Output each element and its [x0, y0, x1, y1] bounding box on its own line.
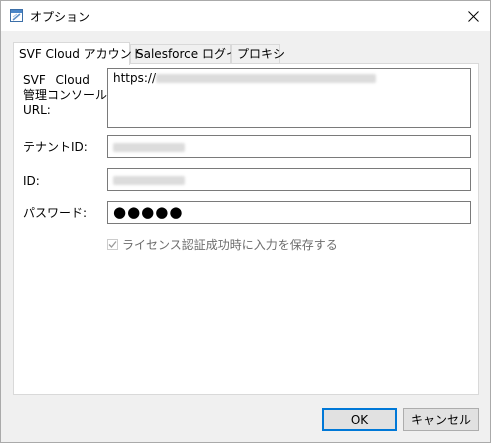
cancel-button[interactable]: キャンセル	[403, 408, 479, 431]
cancel-button-label: キャンセル	[410, 413, 471, 427]
redacted-tenant-id	[113, 143, 185, 152]
tab-label: プロキシ	[237, 47, 286, 61]
redacted-id	[113, 176, 185, 185]
remember-checkbox-row[interactable]: ライセンス認証成功時に入力を保存する	[107, 236, 338, 252]
close-button[interactable]	[456, 1, 490, 31]
title-bar: オプション	[1, 1, 490, 31]
close-icon	[467, 10, 479, 22]
url-label-line1: SVF Cloud	[23, 73, 90, 87]
redacted-url-host	[156, 74, 377, 83]
url-textarea[interactable]: https://	[107, 68, 471, 128]
password-field[interactable]: ●●●●●	[107, 201, 471, 224]
ok-button-label: OK	[350, 412, 369, 427]
tenant-id-field[interactable]	[107, 135, 471, 158]
tab-salesforce-login[interactable]: Salesforce ログイン	[130, 44, 250, 63]
url-value-prefix: https://	[113, 71, 157, 85]
options-dialog: オプション SVF Cloud アカウント Salesforce ログイン プロ…	[0, 0, 491, 443]
id-field[interactable]	[107, 168, 471, 191]
tenant-id-label: テナントID:	[23, 140, 88, 154]
tab-proxy[interactable]: プロキシ	[231, 44, 285, 63]
id-label: ID:	[23, 174, 40, 188]
password-label: パスワード:	[23, 206, 88, 220]
url-label-line3: URL:	[23, 103, 51, 117]
ok-button[interactable]: OK	[322, 408, 397, 431]
window-title: オプション	[30, 10, 91, 24]
app-window-icon	[10, 9, 23, 22]
checkmark-icon	[108, 240, 117, 248]
password-mask: ●●●●●	[113, 203, 184, 221]
tab-label: SVF Cloud アカウント	[19, 47, 144, 61]
tab-svf-cloud-account[interactable]: SVF Cloud アカウント	[13, 42, 144, 65]
url-label: SVF Cloud 管理コンソール URL:	[23, 73, 107, 118]
url-label-line2: 管理コンソール	[23, 88, 108, 102]
remember-checkbox[interactable]	[107, 238, 118, 250]
remember-label: ライセンス認証成功時に入力を保存する	[122, 237, 338, 252]
